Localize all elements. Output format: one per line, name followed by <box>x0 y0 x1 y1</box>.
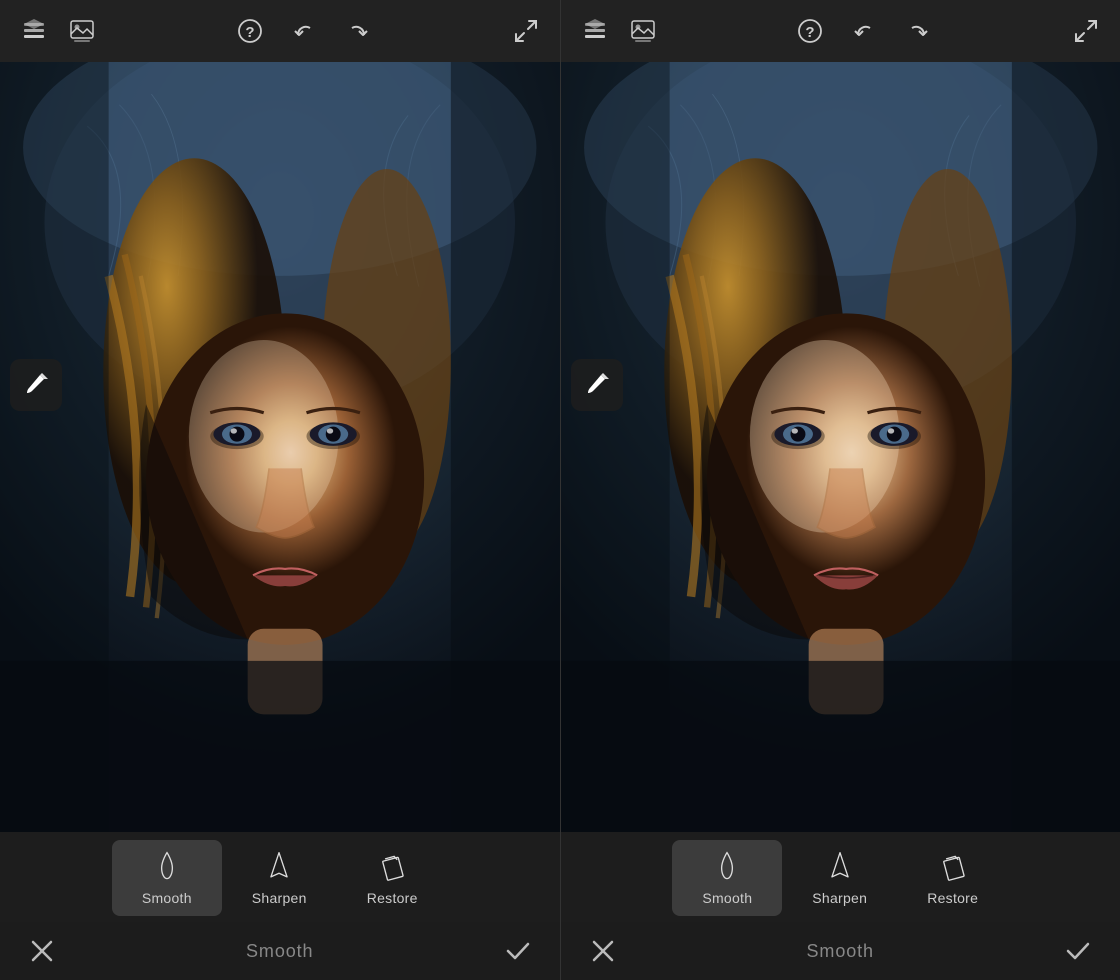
restore-icon <box>378 850 406 884</box>
right-redo-icon[interactable] <box>900 13 936 49</box>
smooth-icon <box>153 850 181 884</box>
right-expand-icon[interactable] <box>1068 13 1104 49</box>
layers-icon[interactable] <box>16 13 52 49</box>
image-icon[interactable] <box>64 13 100 49</box>
right-layers-icon[interactable] <box>577 13 613 49</box>
right-image-area <box>561 62 1120 832</box>
help-icon[interactable]: ? <box>232 13 268 49</box>
right-restore-icon <box>939 850 967 884</box>
left-sharpen-button[interactable]: Sharpen <box>222 840 337 916</box>
svg-text:?: ? <box>245 24 254 41</box>
left-toolbar-left <box>16 13 100 49</box>
left-panel: ? <box>0 0 561 980</box>
sharpen-icon <box>265 850 293 884</box>
left-action-title: Smooth <box>246 941 313 962</box>
left-confirm-button[interactable] <box>500 933 536 969</box>
left-smooth-button[interactable]: Smooth <box>112 840 222 916</box>
left-cancel-button[interactable] <box>24 933 60 969</box>
left-image-area <box>0 62 560 832</box>
svg-text:?: ? <box>806 24 815 41</box>
left-bottom-tools: Smooth Sharpen Restore <box>0 832 560 922</box>
left-brush-tool[interactable] <box>10 359 62 411</box>
main-container: ? <box>0 0 1120 980</box>
left-action-bar: Smooth <box>0 922 560 980</box>
right-toolbar-left <box>577 13 661 49</box>
right-toolbar: ? <box>561 0 1120 62</box>
left-sharpen-label: Sharpen <box>252 890 307 906</box>
right-image-icon[interactable] <box>625 13 661 49</box>
right-bottom-tools: Smooth Sharpen Restore <box>561 832 1120 922</box>
right-cancel-button[interactable] <box>585 933 621 969</box>
redo-icon[interactable] <box>340 13 376 49</box>
right-sharpen-icon <box>826 850 854 884</box>
left-toolbar-right <box>508 13 544 49</box>
right-action-bar: Smooth <box>561 922 1120 980</box>
right-help-icon[interactable]: ? <box>792 13 828 49</box>
undo-icon[interactable] <box>286 13 322 49</box>
right-smooth-label: Smooth <box>702 890 752 906</box>
right-smooth-button[interactable]: Smooth <box>672 840 782 916</box>
left-smooth-label: Smooth <box>142 890 192 906</box>
right-smooth-icon <box>713 850 741 884</box>
right-undo-icon[interactable] <box>846 13 882 49</box>
right-toolbar-right <box>1068 13 1104 49</box>
right-sharpen-label: Sharpen <box>812 890 867 906</box>
right-confirm-button[interactable] <box>1060 933 1096 969</box>
right-toolbar-center: ? <box>792 13 936 49</box>
right-panel: ? <box>561 0 1120 980</box>
left-toolbar: ? <box>0 0 560 62</box>
left-toolbar-center: ? <box>232 13 376 49</box>
left-restore-button[interactable]: Restore <box>337 840 448 916</box>
right-sharpen-button[interactable]: Sharpen <box>782 840 897 916</box>
expand-icon[interactable] <box>508 13 544 49</box>
right-restore-button[interactable]: Restore <box>897 840 1008 916</box>
right-brush-tool[interactable] <box>571 359 623 411</box>
left-restore-label: Restore <box>367 890 418 906</box>
right-restore-label: Restore <box>927 890 978 906</box>
right-action-title: Smooth <box>807 941 874 962</box>
